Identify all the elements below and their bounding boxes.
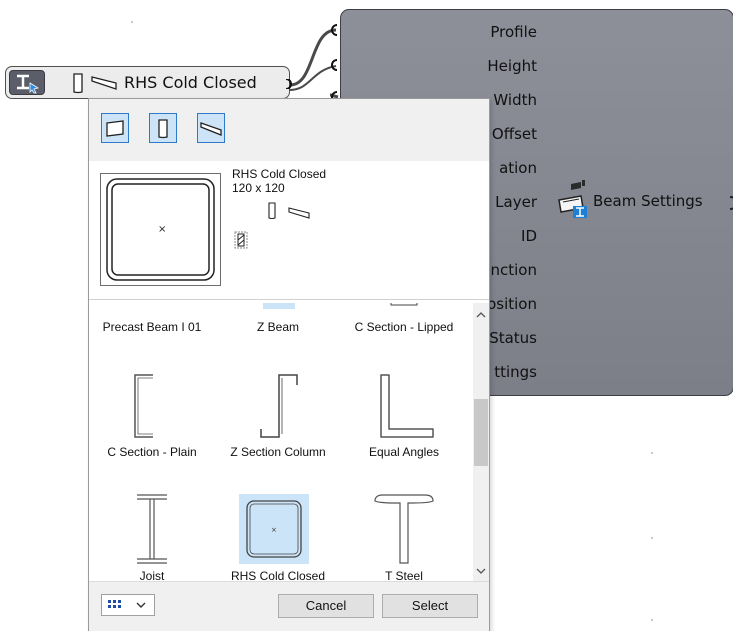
beam-icon — [288, 207, 310, 219]
beam-settings-icon — [558, 180, 587, 218]
item-label: RHS Cold Closed — [230, 569, 326, 581]
canvas-dot — [651, 537, 653, 539]
item-label: Equal Angles — [368, 445, 440, 459]
equal-angles-icon — [380, 374, 434, 438]
tube-view-button[interactable] — [149, 113, 177, 143]
view-mode-dropdown[interactable] — [101, 594, 155, 616]
rhs-section-drawing: × — [106, 178, 215, 281]
item-label: C Section - Plain — [107, 445, 197, 459]
list-item[interactable]: T Steel — [341, 491, 467, 581]
beam-profile-icon — [17, 74, 40, 94]
scrollbar-thumb[interactable] — [474, 399, 488, 466]
list-item[interactable]: Joist — [89, 491, 215, 581]
item-label: Z Beam — [256, 320, 299, 334]
canvas-dot — [651, 452, 653, 454]
item-label: Joist — [139, 569, 165, 581]
svg-text:×: × — [158, 224, 166, 235]
item-label: C Section - Lipped — [354, 320, 454, 334]
preview-frame: × — [100, 173, 221, 286]
beam-orientation-icon — [91, 76, 117, 90]
output-grip[interactable] — [284, 79, 294, 89]
preview-name: RHS Cold Closed — [232, 167, 327, 181]
hatch-icon — [234, 231, 248, 249]
cancel-button[interactable]: Cancel — [278, 594, 374, 618]
popup-footer: Cancel Select — [89, 581, 489, 631]
c-section-plain-icon — [134, 374, 153, 438]
list-item[interactable]: × RHS Cold Closed — [215, 491, 341, 581]
beam-icon — [200, 122, 222, 136]
chevron-up-icon[interactable] — [476, 311, 486, 319]
plate-icon — [106, 120, 124, 137]
precast-beam-icon — [139, 303, 165, 307]
value-list-component[interactable]: RHS Cold Closed — [5, 66, 292, 99]
value-list-tag[interactable] — [9, 70, 45, 95]
output-param[interactable]: Beam Settings — [593, 192, 703, 210]
select-button[interactable]: Select — [382, 594, 478, 618]
profile-picker-popup: × RHS Cold Closed 120 x 120 Precast Beam… — [88, 98, 490, 631]
view-toolbar — [89, 99, 489, 161]
profile-grid: Precast Beam I 01 Z Beam C Section - Lip… — [89, 303, 473, 581]
beam-view-button[interactable] — [197, 113, 225, 143]
tube-icon — [158, 119, 168, 139]
chevron-down-icon[interactable] — [476, 567, 486, 575]
item-label: Precast Beam I 01 — [102, 320, 202, 334]
input-param[interactable]: Profile — [387, 22, 537, 56]
z-beam-icon — [263, 303, 295, 309]
z-section-column-icon — [260, 374, 298, 438]
t-steel-icon — [374, 494, 434, 564]
svg-text:×: × — [271, 526, 277, 534]
list-item[interactable]: C Section - Lipped — [341, 303, 467, 337]
tube-icon — [268, 202, 276, 220]
canvas-dot — [651, 619, 653, 621]
value-list-title: RHS Cold Closed — [124, 73, 257, 92]
list-item[interactable]: Z Beam — [215, 303, 341, 337]
list-item[interactable]: Equal Angles — [341, 363, 467, 463]
joist-icon — [137, 494, 167, 564]
divider — [89, 299, 489, 300]
tube-profile-icon — [73, 73, 83, 94]
rhs-cold-closed-icon: × — [246, 500, 302, 558]
canvas-dot — [131, 21, 133, 23]
list-item[interactable]: Z Section Column — [215, 363, 341, 463]
c-section-lipped-icon — [390, 303, 418, 306]
list-item[interactable]: Precast Beam I 01 — [89, 303, 215, 337]
item-label: Z Section Column — [230, 445, 326, 459]
item-label: T Steel — [385, 569, 423, 581]
input-param[interactable]: Height — [387, 56, 537, 90]
plate-view-button[interactable] — [101, 113, 129, 143]
grid-view-icon — [108, 600, 121, 608]
profile-preview: × RHS Cold Closed 120 x 120 — [89, 161, 489, 299]
grid-scrollbar[interactable] — [473, 303, 489, 581]
preview-size: 120 x 120 — [232, 181, 285, 195]
list-item[interactable]: C Section - Plain — [89, 363, 215, 463]
chevron-down-icon — [136, 602, 146, 608]
